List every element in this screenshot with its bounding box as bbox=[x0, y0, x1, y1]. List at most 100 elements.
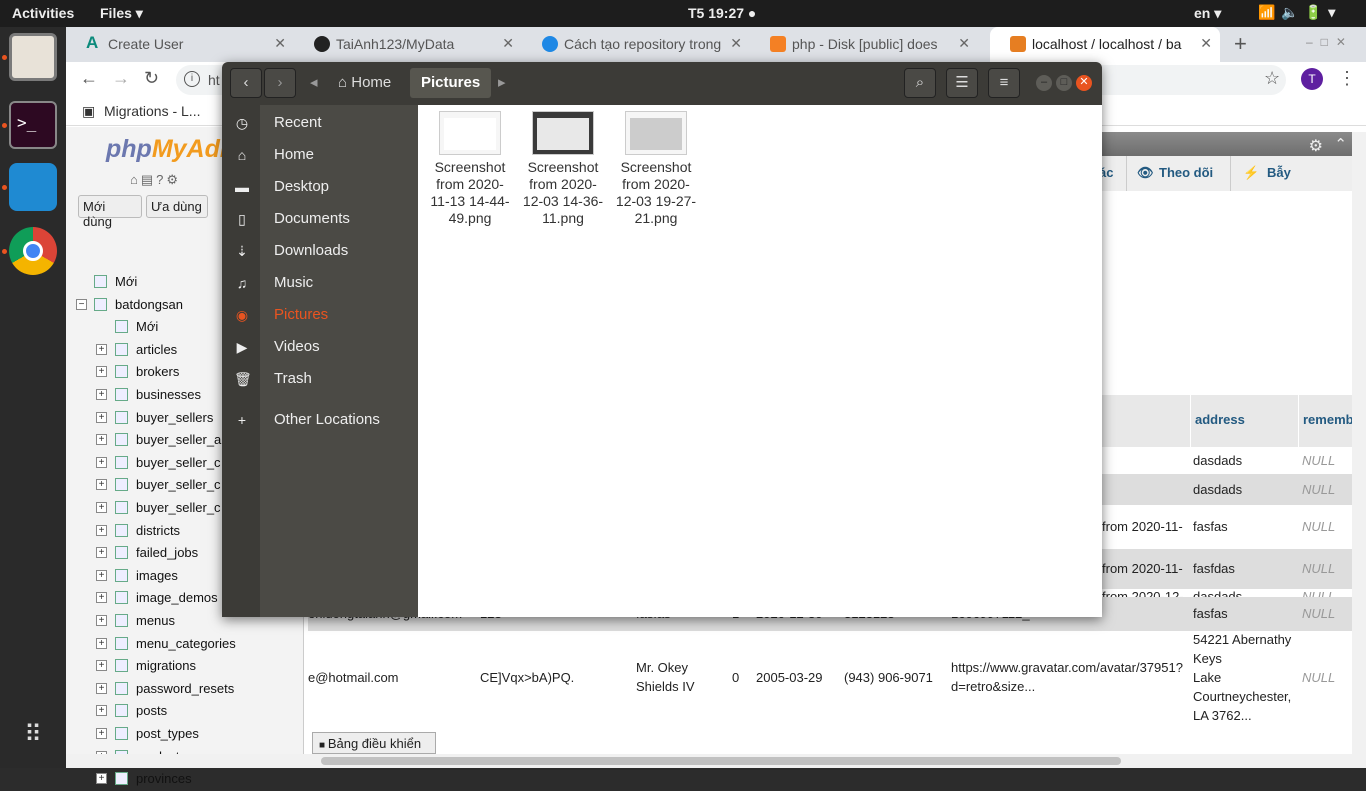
expand-icon[interactable]: + bbox=[96, 592, 107, 604]
vertical-scrollbar[interactable] bbox=[1352, 132, 1366, 754]
minimize-icon[interactable]: – bbox=[1036, 75, 1052, 91]
sidebar-item-recent[interactable]: ◷ Recent bbox=[222, 107, 418, 139]
reload-icon[interactable]: ↻ bbox=[144, 68, 159, 89]
close-tab-icon[interactable]: ✕ bbox=[502, 35, 514, 52]
settings-icon[interactable]: ⚙ bbox=[1309, 136, 1323, 156]
sidebar-item-desktop[interactable]: ▬ Desktop bbox=[222, 171, 418, 203]
bookmark-star-icon[interactable]: ☆ bbox=[1264, 68, 1280, 89]
sidebar-item-home[interactable]: ⌂ Home bbox=[222, 139, 418, 171]
expand-icon[interactable]: − bbox=[76, 298, 87, 310]
expand-icon[interactable]: + bbox=[96, 456, 107, 468]
window-controls[interactable]: –□✕ bbox=[1306, 35, 1354, 49]
file-item[interactable]: Screenshot from 2020- 12-03 19-27- 21.pn… bbox=[610, 111, 702, 227]
tab-stackoverflow[interactable]: php - Disk [public] does ✕ bbox=[750, 27, 978, 62]
expand-icon[interactable]: + bbox=[96, 615, 107, 626]
app-menu[interactable]: Files ▾ bbox=[100, 5, 143, 22]
column-header-remember[interactable]: rememb bbox=[1298, 395, 1356, 447]
language-indicator[interactable]: en ▾ bbox=[1194, 5, 1221, 22]
expand-icon[interactable]: + bbox=[96, 411, 107, 423]
path-pictures[interactable]: Pictures bbox=[410, 68, 492, 98]
expand-icon[interactable]: + bbox=[96, 728, 107, 739]
new-tab-button[interactable]: + bbox=[1234, 31, 1247, 57]
console-toggle[interactable]: ■ Bảng điều khiển bbox=[312, 732, 436, 754]
menu-button[interactable]: ≡ bbox=[988, 68, 1020, 98]
expand-icon[interactable]: + bbox=[96, 479, 107, 491]
back-button[interactable]: ‹ bbox=[230, 68, 262, 98]
expand-icon[interactable]: + bbox=[96, 569, 107, 581]
activities-button[interactable]: Activities bbox=[12, 5, 74, 21]
back-icon[interactable]: ← bbox=[80, 68, 98, 89]
close-tab-icon[interactable]: ✕ bbox=[958, 35, 970, 52]
menu-tracking[interactable]: 👁 Theo dõi bbox=[1126, 156, 1230, 191]
expand-icon[interactable]: + bbox=[96, 343, 107, 355]
close-icon[interactable]: ✕ bbox=[1076, 75, 1092, 91]
expand-icon[interactable]: + bbox=[96, 660, 107, 672]
tree-item[interactable]: + post_types bbox=[66, 724, 304, 746]
file-item[interactable]: Screenshot from 2020- 11-13 14-44- 49.pn… bbox=[424, 111, 516, 227]
expand-icon[interactable]: + bbox=[96, 705, 107, 717]
path-home[interactable]: ⌂ Home bbox=[330, 68, 399, 98]
tree-item[interactable]: + posts bbox=[66, 701, 304, 723]
sidebar-item-documents[interactable]: ▯ Documents bbox=[222, 203, 418, 235]
expand-icon[interactable]: + bbox=[96, 434, 107, 446]
sidebar-label: Music bbox=[274, 274, 314, 291]
scrollbar-thumb[interactable] bbox=[321, 757, 1121, 765]
expand-icon[interactable]: + bbox=[96, 524, 107, 536]
show-apps-icon[interactable]: ⠿ bbox=[9, 711, 57, 759]
cell: NULL bbox=[1302, 519, 1336, 534]
column-header-address[interactable]: address bbox=[1190, 395, 1298, 447]
close-tab-icon[interactable]: ✕ bbox=[1200, 35, 1212, 52]
forward-icon[interactable]: → bbox=[112, 68, 130, 89]
menu-icon[interactable]: ⋮ bbox=[1338, 68, 1356, 89]
recent-button[interactable]: Mới dùng bbox=[78, 195, 142, 229]
path-right-arrow[interactable]: ▸ bbox=[498, 68, 512, 98]
tree-item[interactable]: + menu_categories bbox=[66, 634, 304, 656]
menu-triggers[interactable]: ⚡ Bẫy bbox=[1230, 156, 1310, 191]
search-button[interactable]: ⌕ bbox=[904, 68, 936, 98]
info-icon[interactable]: i bbox=[184, 71, 200, 87]
expand-icon[interactable]: + bbox=[96, 502, 107, 513]
pma-nav-icons[interactable]: ⌂▤?⚙ bbox=[130, 172, 181, 188]
tab-create-user[interactable]: A Create User ✕ bbox=[66, 27, 294, 62]
expand-icon[interactable]: + bbox=[96, 366, 107, 378]
tree-item[interactable]: + migrations bbox=[66, 656, 304, 678]
vscode-app-icon[interactable] bbox=[9, 163, 57, 211]
bookmark-migrations[interactable]: Migrations - L... bbox=[104, 103, 200, 119]
expand-icon[interactable]: + bbox=[96, 637, 107, 649]
expand-icon[interactable]: + bbox=[96, 389, 107, 400]
tab-github[interactable]: TaiAnh123/MyData ✕ bbox=[294, 27, 522, 62]
sidebar-label: Other Locations bbox=[274, 411, 380, 428]
tree-item[interactable]: + password_resets bbox=[66, 679, 304, 701]
system-tray[interactable]: 📶🔈🔋▾ bbox=[1258, 4, 1341, 21]
sidebar-item-trash[interactable]: 🗑 Trash bbox=[222, 363, 418, 395]
sidebar-item-other-locations[interactable]: + Other Locations bbox=[222, 404, 418, 436]
terminal-app-icon[interactable]: >_ bbox=[9, 101, 57, 149]
collapse-icon[interactable]: ⌃ bbox=[1334, 135, 1347, 153]
profile-avatar[interactable]: T bbox=[1301, 68, 1323, 90]
maximize-icon[interactable]: □ bbox=[1056, 75, 1072, 91]
close-tab-icon[interactable]: ✕ bbox=[274, 35, 286, 52]
sidebar-item-music[interactable]: ♫ Music bbox=[222, 267, 418, 299]
table-row[interactable]: e@hotmail.com CE]Vqx>bA)PQ. Mr. Okey Shi… bbox=[308, 631, 1353, 731]
files-app-icon[interactable] bbox=[9, 33, 57, 81]
path-left-arrow[interactable]: ◂ bbox=[310, 68, 324, 98]
sidebar-label: Desktop bbox=[274, 178, 330, 195]
clock[interactable]: T5 19:27 ● bbox=[688, 5, 756, 21]
expand-icon[interactable]: + bbox=[96, 547, 107, 559]
close-tab-icon[interactable]: ✕ bbox=[730, 35, 742, 52]
view-toggle-button[interactable]: ☰ bbox=[946, 68, 978, 98]
expand-icon[interactable]: + bbox=[96, 773, 107, 785]
expand-icon[interactable]: + bbox=[96, 682, 107, 694]
tab-phpmyadmin[interactable]: localhost / localhost / ba ✕ bbox=[990, 27, 1220, 62]
table-icon bbox=[94, 297, 107, 311]
chrome-app-icon[interactable] bbox=[9, 227, 57, 275]
sidebar-item-downloads[interactable]: ⇣ Downloads bbox=[222, 235, 418, 267]
tree-item[interactable]: + provinces bbox=[66, 769, 304, 791]
favorites-button[interactable]: Ưa dùng bbox=[146, 195, 208, 218]
sidebar-item-pictures[interactable]: ◉ Pictures bbox=[222, 299, 418, 331]
horizontal-scrollbar[interactable] bbox=[66, 754, 1366, 768]
sidebar-item-videos[interactable]: ▶ Videos bbox=[222, 331, 418, 363]
forward-button[interactable]: › bbox=[264, 68, 296, 98]
file-item[interactable]: Screenshot from 2020- 12-03 14-36- 11.pn… bbox=[517, 111, 609, 227]
tab-repository[interactable]: Cách tạo repository trong ✕ bbox=[522, 27, 750, 62]
